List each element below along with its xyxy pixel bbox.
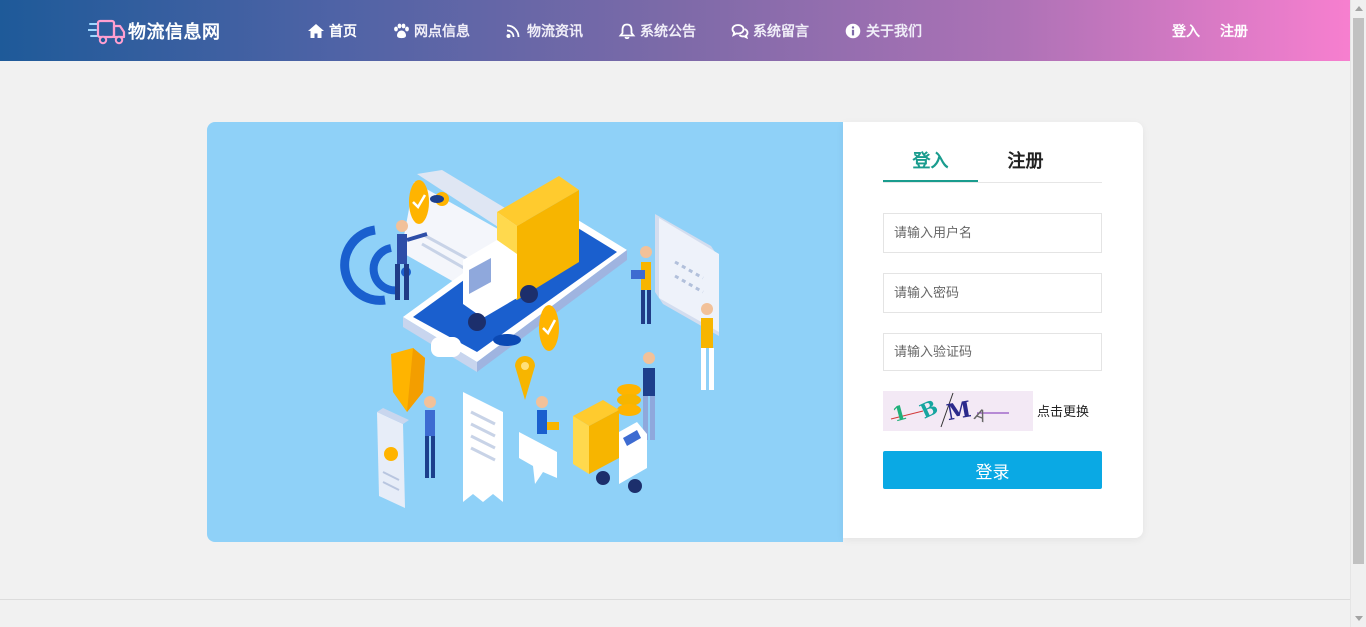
- home-icon: [308, 23, 324, 38]
- nav-label: 网点信息: [414, 23, 470, 40]
- captcha-glyphs-icon: 1 B M A: [890, 392, 1009, 428]
- nav-item-about[interactable]: 关于我们: [844, 21, 922, 41]
- captcha-input[interactable]: [883, 333, 1102, 371]
- nav-item-outlets[interactable]: 网点信息: [392, 21, 470, 41]
- nav-label: 关于我们: [866, 23, 922, 40]
- svg-text:1: 1: [890, 400, 910, 427]
- nav-label: 首页: [329, 23, 357, 40]
- scroll-down-button[interactable]: [1351, 610, 1366, 627]
- delivery-truck-icon: [88, 19, 126, 45]
- tab-register[interactable]: 注册: [978, 144, 1073, 182]
- rss-icon: [506, 24, 520, 38]
- svg-text:A: A: [972, 404, 989, 426]
- triangle-down-icon: [1355, 616, 1363, 621]
- nav-label: 系统公告: [640, 23, 696, 40]
- password-input[interactable]: [883, 273, 1102, 313]
- svg-text:B: B: [916, 395, 941, 424]
- paw-icon: [394, 23, 409, 38]
- nav-item-messages[interactable]: 系统留言: [731, 21, 809, 41]
- nav-item-announcements[interactable]: 系统公告: [618, 21, 696, 41]
- nav-item-news[interactable]: 物流资讯: [505, 21, 583, 41]
- nav-item-home[interactable]: 首页: [307, 21, 357, 41]
- main-nav: 首页 网点信息 物流资讯 系统公告 系统留言 关于我们: [307, 0, 957, 61]
- captcha-image[interactable]: 1 B M A: [883, 391, 1033, 431]
- footer-divider: [0, 599, 1350, 600]
- bell-icon: [618, 23, 636, 39]
- header-register-link[interactable]: 注册: [1220, 21, 1248, 41]
- triangle-up-icon: [1355, 6, 1363, 11]
- logistics-illustration: [207, 122, 843, 542]
- header-login-link[interactable]: 登入: [1172, 21, 1200, 41]
- captcha-refresh-link[interactable]: 点击更换: [1037, 401, 1089, 420]
- tab-login[interactable]: 登入: [883, 144, 978, 182]
- auth-tabs: 登入 注册: [883, 144, 1102, 183]
- login-panel: 登入 注册 1 B M A 点击更换 登录: [843, 122, 1143, 538]
- brand-logo[interactable]: 物流信息网: [88, 14, 221, 48]
- brand-name: 物流信息网: [128, 22, 221, 43]
- info-icon: [845, 23, 861, 38]
- auth-links: 登入 注册: [1172, 0, 1268, 61]
- nav-label: 系统留言: [753, 23, 809, 40]
- nav-label: 物流资讯: [527, 23, 583, 40]
- top-navbar: 物流信息网 首页 网点信息 物流资讯 系统公告 系统留言 关于我们 登入 注册: [0, 0, 1350, 61]
- username-input[interactable]: [883, 213, 1102, 253]
- scroll-thumb[interactable]: [1353, 18, 1364, 564]
- login-submit-button[interactable]: 登录: [883, 451, 1102, 489]
- comments-icon: [731, 23, 749, 39]
- logistics-artwork-icon: [340, 170, 719, 508]
- svg-text:M: M: [945, 396, 974, 426]
- scroll-up-button[interactable]: [1351, 0, 1366, 17]
- page-scrollbar[interactable]: [1350, 0, 1366, 627]
